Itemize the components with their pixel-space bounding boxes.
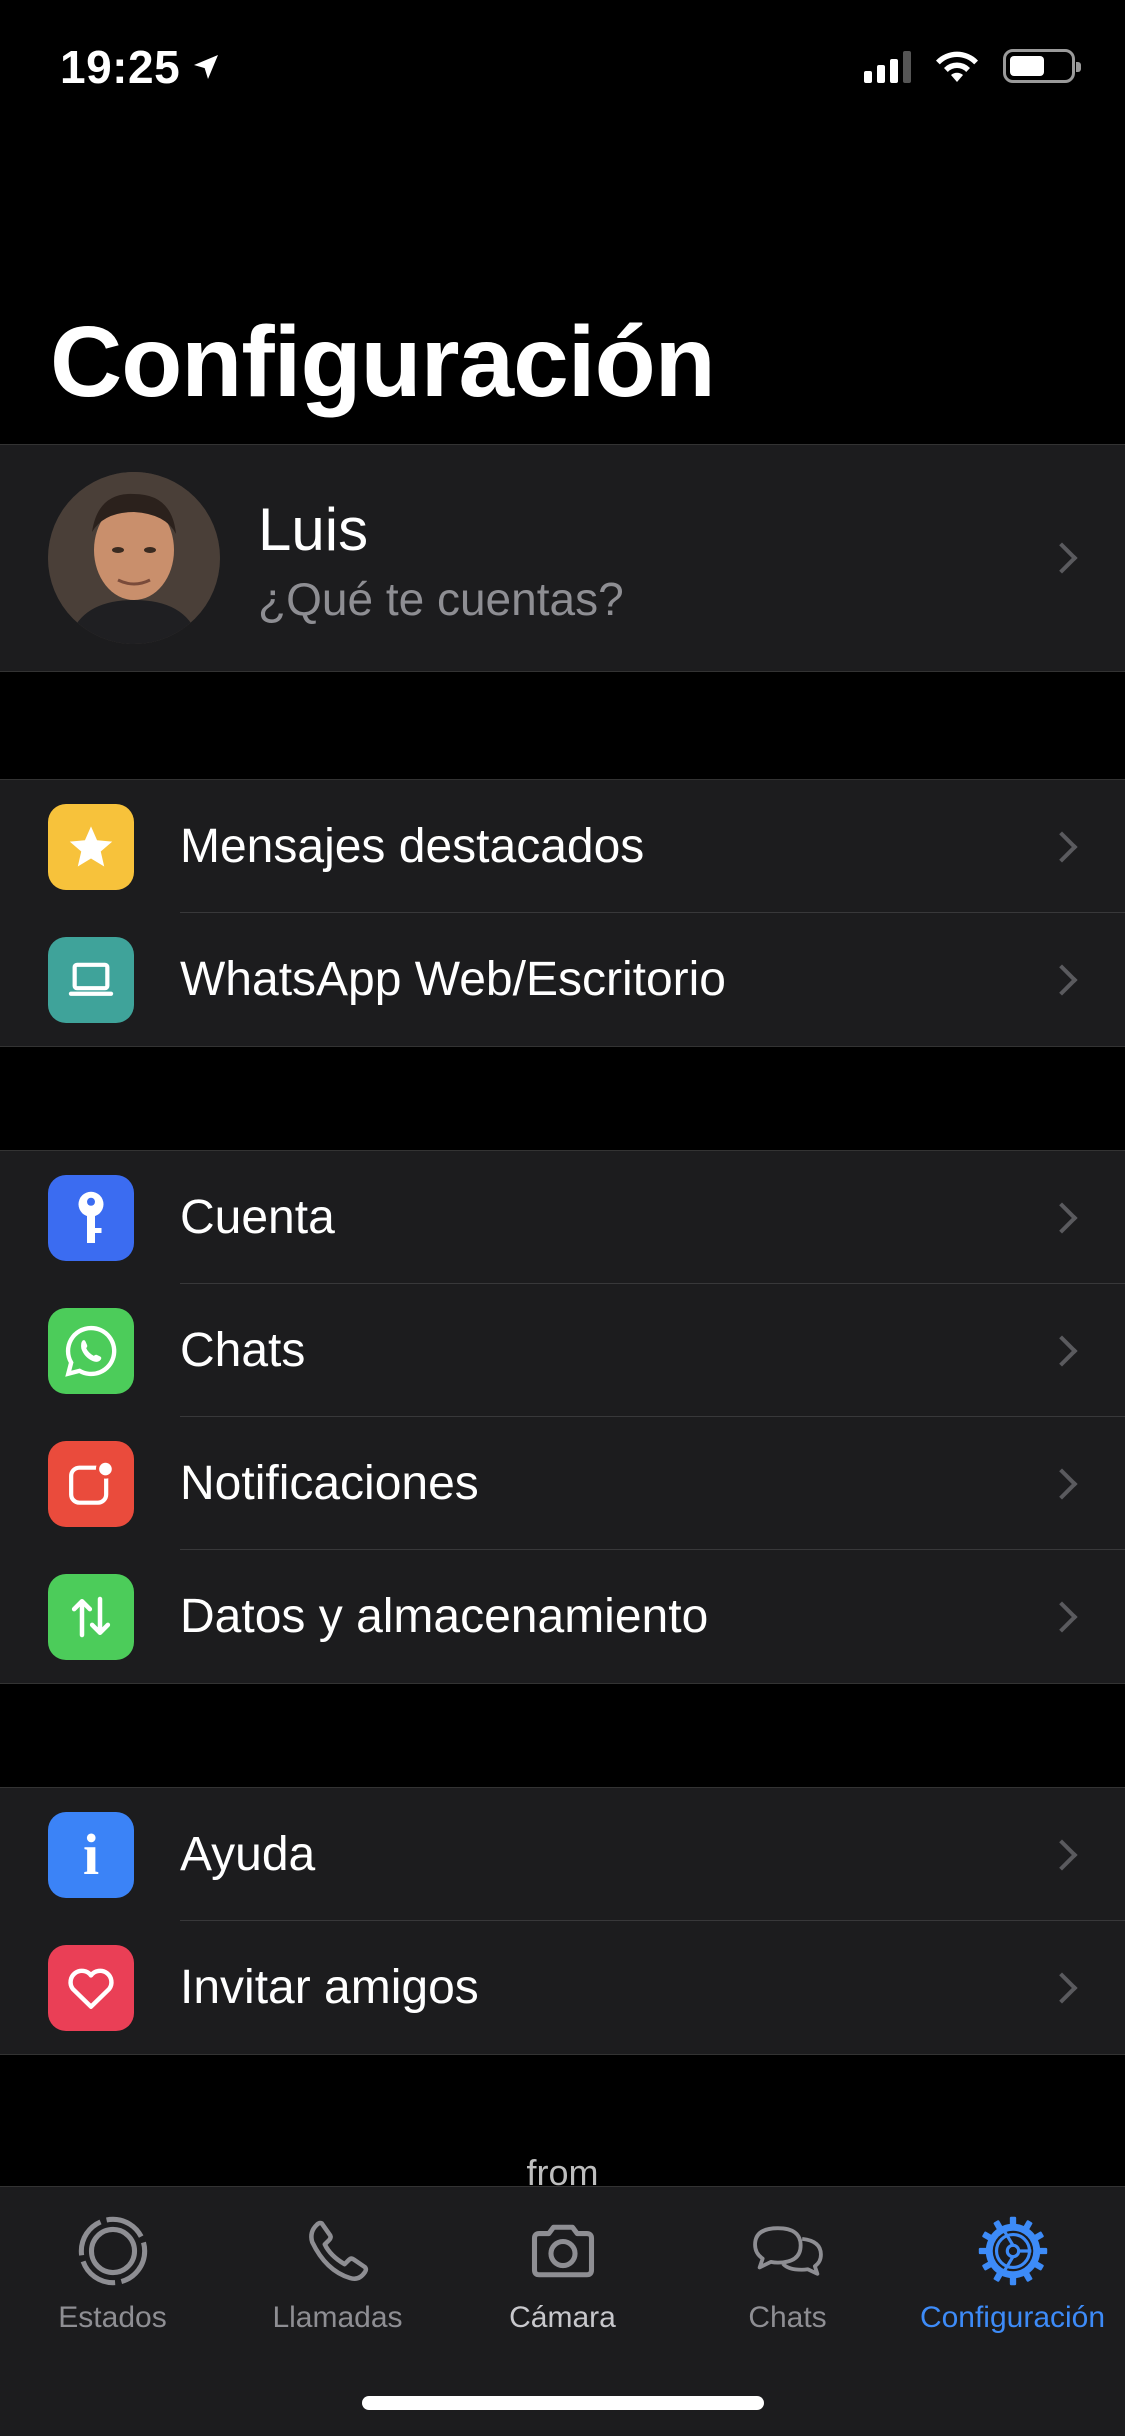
chats-row[interactable]: Chats — [0, 1284, 1125, 1417]
row-label: Cuenta — [180, 1191, 335, 1244]
settings-group-1: Mensajes destacados WhatsApp Web/Escrito… — [0, 779, 1125, 1047]
settings-gear-icon — [975, 2213, 1051, 2289]
tab-bar: Estados Llamadas Cámara Chats Configurac… — [0, 2186, 1125, 2436]
info-icon: i — [48, 1812, 134, 1898]
profile-row[interactable]: Luis ¿Qué te cuentas? — [0, 445, 1125, 671]
chats-icon — [750, 2213, 826, 2289]
notification-icon — [48, 1441, 134, 1527]
laptop-icon — [48, 937, 134, 1023]
tab-camara[interactable]: Cámara — [450, 2187, 675, 2347]
row-label: Notificaciones — [180, 1457, 479, 1510]
row-label: Invitar amigos — [180, 1961, 479, 2014]
settings-group-3: i Ayuda Invitar amigos — [0, 1787, 1125, 2055]
tab-llamadas[interactable]: Llamadas — [225, 2187, 450, 2347]
chevron-right-icon — [1046, 963, 1078, 996]
profile-status: ¿Qué te cuentas? — [258, 573, 624, 625]
status-time: 19:25 — [60, 40, 222, 94]
tab-estados[interactable]: Estados — [0, 2187, 225, 2347]
status-indicators — [864, 48, 1081, 84]
wifi-icon — [936, 51, 978, 82]
avatar[interactable] — [48, 472, 220, 644]
star-icon — [48, 804, 134, 890]
phone-icon — [300, 2213, 376, 2289]
tab-label: Cámara — [509, 2301, 616, 2334]
chevron-right-icon — [1046, 1467, 1078, 1500]
row-label: Ayuda — [180, 1828, 316, 1881]
data-storage-row[interactable]: Datos y almacenamiento — [0, 1550, 1125, 1683]
location-arrow-icon — [194, 55, 219, 79]
account-row[interactable]: Cuenta — [0, 1151, 1125, 1284]
data-transfer-icon — [48, 1574, 134, 1660]
tab-label: Chats — [748, 2301, 827, 2334]
chevron-right-icon — [1046, 1838, 1078, 1871]
tab-label: Estados — [58, 2301, 167, 2334]
help-row[interactable]: i Ayuda — [0, 1788, 1125, 1921]
chevron-right-icon — [1046, 1600, 1078, 1633]
cellular-signal-icon — [864, 49, 911, 83]
clock: 19:25 — [60, 41, 181, 93]
invite-friends-row[interactable]: Invitar amigos — [0, 1921, 1125, 2054]
chevron-right-icon — [1046, 830, 1078, 863]
settings-group-2: Cuenta Chats Notificaciones Datos y alma… — [0, 1150, 1125, 1684]
tab-label: Llamadas — [272, 2301, 403, 2334]
tab-chats[interactable]: Chats — [675, 2187, 900, 2347]
chevron-right-icon — [1046, 1971, 1078, 2004]
row-label: Mensajes destacados — [180, 820, 645, 873]
battery-icon — [1003, 49, 1081, 83]
status-icon — [75, 2213, 151, 2289]
status-bar: 19:25 — [0, 0, 1125, 140]
starred-messages-row[interactable]: Mensajes destacados — [0, 780, 1125, 913]
row-label: Datos y almacenamiento — [180, 1590, 709, 1643]
notifications-row[interactable]: Notificaciones — [0, 1417, 1125, 1550]
page-title: Configuración — [50, 306, 716, 418]
home-indicator[interactable] — [362, 2396, 764, 2410]
chevron-right-icon — [1046, 542, 1078, 574]
camera-icon — [525, 2213, 601, 2289]
whatsapp-icon — [48, 1308, 134, 1394]
chevron-right-icon — [1046, 1201, 1078, 1234]
row-label: WhatsApp Web/Escritorio — [180, 953, 726, 1006]
profile-name: Luis — [258, 496, 369, 563]
tab-configuracion[interactable]: Configuración — [900, 2187, 1125, 2347]
chevron-right-icon — [1046, 1334, 1078, 1367]
whatsapp-web-row[interactable]: WhatsApp Web/Escritorio — [0, 913, 1125, 1046]
heart-icon — [48, 1945, 134, 2031]
key-icon — [48, 1175, 134, 1261]
profile-section: Luis ¿Qué te cuentas? — [0, 444, 1125, 672]
row-label: Chats — [180, 1324, 306, 1377]
tab-label: Configuración — [919, 2301, 1106, 2334]
